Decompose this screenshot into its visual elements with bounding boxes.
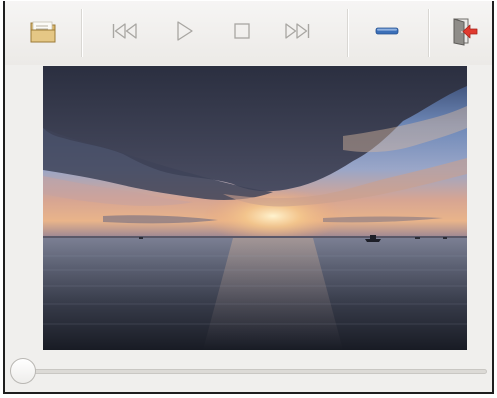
seek-slider-track[interactable] bbox=[15, 369, 487, 374]
previous-button[interactable] bbox=[109, 15, 141, 47]
stop-button[interactable] bbox=[226, 15, 258, 47]
video-display[interactable] bbox=[43, 66, 467, 350]
player-window bbox=[3, 1, 494, 394]
folder-icon bbox=[30, 21, 56, 43]
toolbar-separator bbox=[347, 9, 348, 57]
play-icon bbox=[177, 21, 193, 41]
seek-slider-handle[interactable] bbox=[10, 358, 36, 384]
toolbar bbox=[5, 1, 492, 65]
toolbar-separator bbox=[81, 9, 82, 57]
minimize-button[interactable] bbox=[371, 15, 403, 47]
quit-button[interactable] bbox=[448, 15, 480, 47]
toolbar-separator bbox=[428, 9, 429, 57]
next-button[interactable] bbox=[281, 15, 313, 47]
skip-forward-icon bbox=[285, 23, 310, 39]
open-file-button[interactable] bbox=[27, 15, 59, 47]
exit-icon bbox=[453, 18, 478, 46]
stop-icon bbox=[234, 23, 250, 39]
minus-icon bbox=[375, 27, 399, 35]
play-button[interactable] bbox=[168, 15, 200, 47]
skip-back-icon bbox=[112, 23, 137, 39]
video-frame-image bbox=[43, 66, 467, 350]
